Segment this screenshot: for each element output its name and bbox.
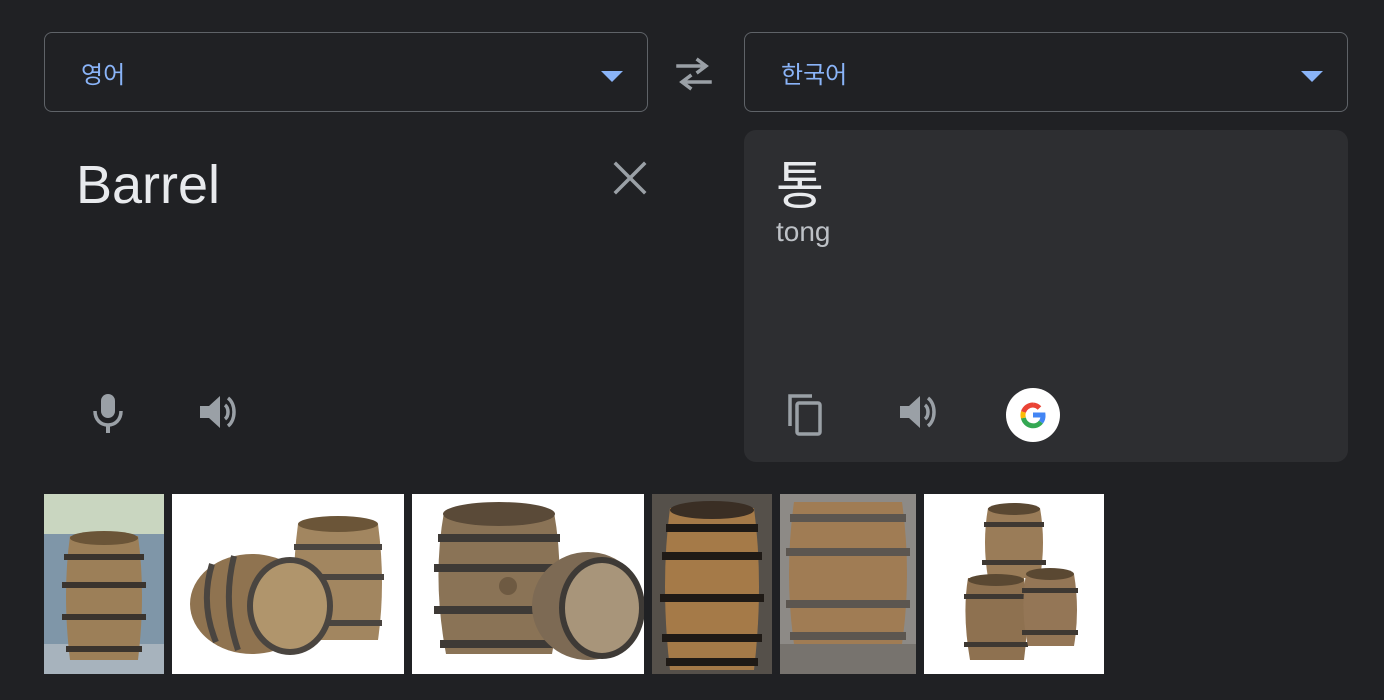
voice-input-button[interactable] bbox=[84, 388, 132, 436]
source-language-label: 영어 bbox=[81, 61, 126, 89]
image-thumbnail[interactable] bbox=[172, 494, 404, 674]
google-search-button[interactable] bbox=[1006, 388, 1060, 442]
translation-panel: 통 tong bbox=[744, 130, 1348, 462]
chevron-down-icon bbox=[1301, 71, 1323, 82]
target-language-select[interactable]: 한국어 bbox=[744, 32, 1348, 112]
translation-text: 통 bbox=[776, 157, 824, 217]
image-thumbnail[interactable] bbox=[924, 494, 1104, 674]
romanization-text: tong bbox=[776, 216, 831, 247]
barrel-image bbox=[44, 494, 164, 674]
source-text-input[interactable]: Barrel bbox=[76, 154, 220, 216]
barrel-image bbox=[652, 494, 772, 674]
barrel-image bbox=[780, 494, 916, 674]
microphone-icon bbox=[93, 394, 123, 433]
target-language-label: 한국어 bbox=[781, 61, 848, 89]
translation-listen-button[interactable] bbox=[894, 388, 942, 436]
clear-button[interactable] bbox=[608, 156, 652, 200]
google-logo-icon bbox=[1020, 402, 1046, 429]
image-thumbnail[interactable] bbox=[652, 494, 772, 674]
barrel-image bbox=[172, 494, 404, 674]
speaker-icon bbox=[200, 396, 236, 428]
barrel-image bbox=[412, 494, 644, 674]
source-panel: Barrel bbox=[44, 130, 664, 460]
image-thumbnail[interactable] bbox=[44, 494, 164, 674]
chevron-down-icon bbox=[601, 71, 623, 82]
source-listen-button[interactable] bbox=[194, 388, 242, 436]
swap-languages-button[interactable] bbox=[670, 52, 718, 96]
swap-icon bbox=[676, 57, 712, 91]
barrel-image bbox=[924, 494, 1104, 674]
image-thumbnail[interactable] bbox=[412, 494, 644, 674]
source-language-select[interactable]: 영어 bbox=[44, 32, 648, 112]
copy-icon bbox=[788, 394, 822, 436]
close-icon bbox=[613, 161, 647, 195]
copy-button[interactable] bbox=[782, 390, 830, 438]
speaker-icon bbox=[900, 396, 936, 428]
image-thumbnail[interactable] bbox=[780, 494, 916, 674]
